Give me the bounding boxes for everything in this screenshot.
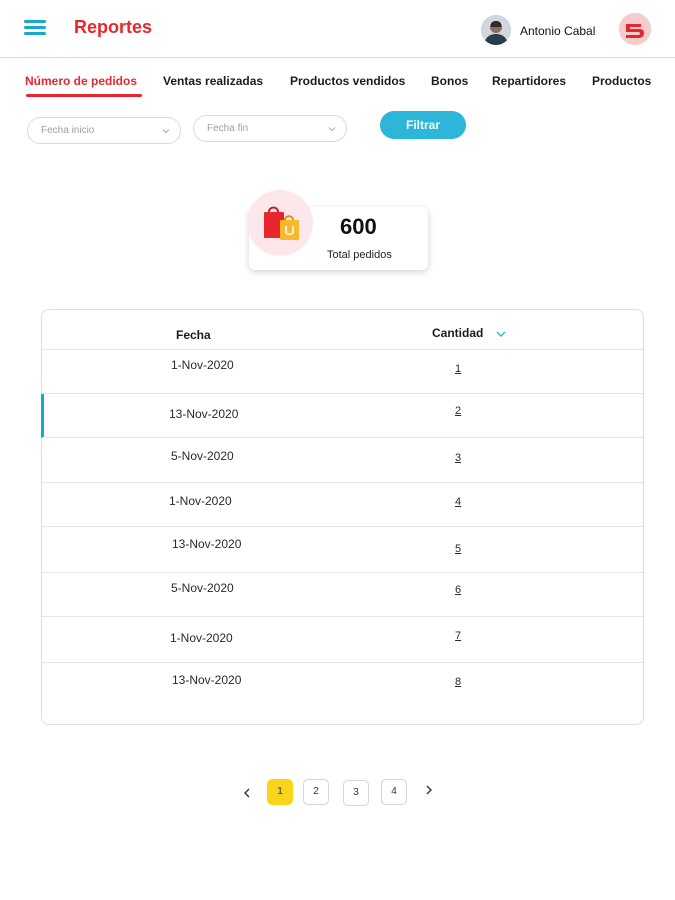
table-row[interactable]: 13-Nov-2020 5 [42,526,643,570]
row-date: 13-Nov-2020 [169,407,239,421]
orders-table: Fecha Cantidad 1-Nov-2020 1 13-Nov-2020 … [41,309,644,725]
avatar[interactable] [481,15,511,45]
row-quantity-link[interactable]: 3 [455,452,461,464]
page-button-4[interactable]: 4 [381,779,407,805]
tab-ventas-realizadas[interactable]: Ventas realizadas [163,74,263,88]
tab-numero-de-pedidos[interactable]: Número de pedidos [25,74,137,88]
row-quantity-link[interactable]: 6 [455,584,461,596]
user-name: Antonio Cabal [520,24,596,38]
chevron-down-icon [328,127,336,132]
brand-logo-icon[interactable] [619,13,651,45]
row-quantity-link[interactable]: 5 [455,543,461,555]
chevron-left-icon[interactable] [242,787,252,799]
row-date: 13-Nov-2020 [172,673,242,687]
end-date-placeholder: Fecha fin [207,123,249,134]
tab-productos[interactable]: Productos [592,74,651,88]
table-row[interactable]: 13-Nov-2020 8 [42,662,643,706]
column-header-cantidad[interactable]: Cantidad [432,326,483,340]
row-quantity-link[interactable]: 7 [455,630,461,642]
table-row[interactable]: 5-Nov-2020 3 [42,437,643,481]
app-header: Reportes Antonio Cabal [0,0,675,58]
page-button-2[interactable]: 2 [303,779,329,805]
selected-row-indicator [41,394,44,438]
row-quantity-link[interactable]: 1 [455,363,461,375]
row-date: 1-Nov-2020 [170,631,233,645]
table-row[interactable]: 1-Nov-2020 7 [42,616,643,660]
report-tabs: Número de pedidos Ventas realizadas Prod… [0,66,675,102]
row-quantity-link[interactable]: 2 [455,405,461,417]
chevron-down-icon[interactable] [496,330,506,338]
filter-button[interactable]: Filtrar [380,111,466,139]
row-date: 5-Nov-2020 [171,449,234,463]
row-quantity-link[interactable]: 8 [455,676,461,688]
start-date-field[interactable]: Fecha inicio [27,117,181,144]
active-tab-indicator [26,94,142,97]
table-row[interactable]: 13-Nov-2020 2 [41,393,643,438]
row-date: 1-Nov-2020 [171,358,234,372]
start-date-placeholder: Fecha inicio [41,125,95,136]
row-date: 5-Nov-2020 [171,581,234,595]
row-date: 1-Nov-2020 [169,494,232,508]
shopping-bags-icon [264,206,299,240]
chevron-down-icon [162,129,170,134]
hamburger-menu-icon[interactable] [24,20,46,36]
table-row[interactable]: 1-Nov-2020 1 [42,349,643,393]
column-header-fecha[interactable]: Fecha [176,328,211,342]
end-date-field[interactable]: Fecha fin [193,115,347,142]
total-orders-value: 600 [340,214,377,239]
page-title: Reportes [74,17,153,37]
total-orders-label: Total pedidos [327,249,392,261]
tab-repartidores[interactable]: Repartidores [492,74,566,88]
row-date: 13-Nov-2020 [172,537,242,551]
tab-bonos[interactable]: Bonos [431,74,468,88]
table-row[interactable]: 1-Nov-2020 4 [42,482,643,526]
page-button-3[interactable]: 3 [343,780,369,806]
page-button-1[interactable]: 1 [267,779,293,805]
chevron-right-icon[interactable] [424,784,434,796]
tab-productos-vendidos[interactable]: Productos vendidos [290,74,405,88]
row-quantity-link[interactable]: 4 [455,496,461,508]
table-row[interactable]: 5-Nov-2020 6 [42,572,643,616]
